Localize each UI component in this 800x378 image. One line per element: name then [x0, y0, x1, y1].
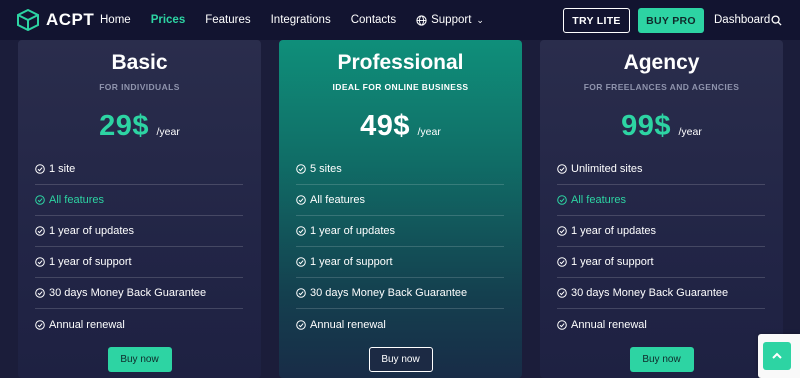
feature-item: 1 site [35, 154, 243, 185]
check-circle-icon [35, 257, 45, 267]
feature-item: 1 year of updates [296, 216, 504, 247]
feature-item: Annual renewal [557, 309, 765, 340]
feature-text: Annual renewal [310, 318, 386, 331]
feature-item: All features [557, 185, 765, 216]
scroll-top-button[interactable] [763, 342, 791, 370]
plan-subtitle: FOR FREELANCES AND AGENCIES [583, 82, 740, 92]
feature-item: 30 days Money Back Guarantee [557, 278, 765, 309]
feature-item: 1 year of support [296, 247, 504, 278]
plan-price: 99$ /year [540, 110, 783, 143]
check-circle-icon [557, 257, 567, 267]
nav-prices[interactable]: Prices [151, 14, 186, 26]
logo[interactable]: ACPT [16, 9, 94, 31]
feature-item: 1 year of updates [35, 216, 243, 247]
try-lite-button[interactable]: TRY LITE [563, 8, 630, 33]
nav-support-dropdown[interactable]: Support ⌄ [416, 14, 484, 26]
feature-text: 5 sites [310, 163, 342, 175]
buy-now-button[interactable]: Buy now [107, 347, 172, 372]
feature-text: 1 year of support [49, 256, 132, 268]
feature-text[interactable]: All features [571, 194, 626, 206]
feature-item: All features [35, 185, 243, 216]
nav-links: Home Prices Features Integrations Contac… [100, 0, 504, 40]
plan-price: 49$ /year [279, 110, 522, 143]
price-period: /year [156, 126, 180, 138]
plan-title: Basic [111, 51, 168, 74]
check-circle-icon [557, 288, 567, 298]
cube-logo-icon [17, 9, 39, 31]
feature-text[interactable]: All features [310, 194, 365, 206]
feature-item: 1 year of support [557, 247, 765, 278]
plan-subtitle: FOR INDIVIDUALS [99, 82, 180, 92]
feature-item: 5 sites [296, 154, 504, 185]
check-circle-icon [296, 288, 306, 298]
buy-now-button[interactable]: Buy now [629, 347, 694, 372]
check-circle-icon [296, 195, 306, 205]
feature-text: 1 site [49, 163, 76, 175]
feature-text: 1 year of updates [571, 225, 657, 237]
nav-contacts[interactable]: Contacts [351, 14, 396, 26]
buy-now-button[interactable]: Buy now [368, 347, 433, 372]
feature-text: 30 days Money Back Guarantee [49, 287, 207, 299]
plan-subtitle: IDEAL FOR ONLINE BUSINESS [332, 82, 469, 92]
feature-text: 30 days Money Back Guarantee [571, 287, 729, 299]
check-circle-icon [35, 319, 45, 330]
plan-title: Professional [337, 51, 464, 74]
plan-card-basic: Basic FOR INDIVIDUALS 29$ /year 1 site A… [18, 40, 261, 378]
price-amount: 49$ [360, 110, 411, 142]
nav-integrations[interactable]: Integrations [271, 14, 331, 26]
brand-name: ACPT [46, 10, 95, 29]
feature-list: Unlimited sites All features 1 year of u… [557, 154, 765, 340]
search-icon[interactable] [771, 15, 782, 26]
feature-item: Annual renewal [296, 309, 504, 340]
check-circle-icon [557, 319, 567, 330]
check-circle-icon [35, 226, 45, 236]
check-circle-icon [296, 257, 306, 267]
top-navbar: ACPT Home Prices Features Integrations C… [0, 0, 800, 40]
feature-list: 1 site All features 1 year of updates 1 … [35, 154, 243, 340]
plan-card-agency: Agency FOR FREELANCES AND AGENCIES 99$ /… [540, 40, 783, 378]
chevron-down-icon: ⌄ [476, 14, 484, 25]
feature-item: 1 year of updates [557, 216, 765, 247]
feature-text: 1 year of updates [310, 225, 396, 237]
feature-item: Unlimited sites [557, 154, 765, 185]
feature-item: 30 days Money Back Guarantee [296, 278, 504, 309]
check-circle-icon [296, 164, 306, 174]
feature-text: 1 year of updates [49, 225, 135, 237]
plan-price: 29$ /year [18, 110, 261, 143]
plan-title: Agency [623, 51, 700, 74]
feature-item: 1 year of support [35, 247, 243, 278]
feature-text: Annual renewal [571, 318, 647, 331]
plan-card-professional: Professional IDEAL FOR ONLINE BUSINESS 4… [279, 40, 522, 378]
price-amount: 99$ [621, 110, 672, 142]
feature-text[interactable]: All features [49, 194, 104, 206]
support-label: Support [431, 14, 472, 26]
check-circle-icon [35, 195, 45, 205]
price-amount: 29$ [99, 110, 150, 142]
feature-item: Annual renewal [35, 309, 243, 340]
feature-text: Annual renewal [49, 318, 125, 331]
check-circle-icon [557, 226, 567, 236]
arrow-up-icon [772, 352, 782, 359]
feature-item: All features [296, 185, 504, 216]
price-period: /year [678, 126, 702, 138]
check-circle-icon [296, 226, 306, 236]
feature-text: 30 days Money Back Guarantee [310, 287, 468, 299]
check-circle-icon [557, 195, 567, 205]
globe-icon [416, 14, 427, 26]
nav-home[interactable]: Home [100, 14, 131, 26]
check-circle-icon [35, 288, 45, 298]
feature-text: 1 year of support [310, 256, 393, 268]
check-circle-icon [557, 164, 567, 174]
dashboard-link[interactable]: Dashboard [714, 14, 770, 26]
feature-text: Unlimited sites [571, 163, 643, 175]
feature-list: 5 sites All features 1 year of updates 1… [296, 154, 504, 340]
price-period: /year [417, 126, 441, 138]
feature-item: 30 days Money Back Guarantee [35, 278, 243, 309]
check-circle-icon [296, 319, 306, 330]
feature-text: 1 year of support [571, 256, 654, 268]
nav-features[interactable]: Features [205, 14, 250, 26]
check-circle-icon [35, 164, 45, 174]
buy-pro-button[interactable]: BUY PRO [638, 8, 704, 33]
